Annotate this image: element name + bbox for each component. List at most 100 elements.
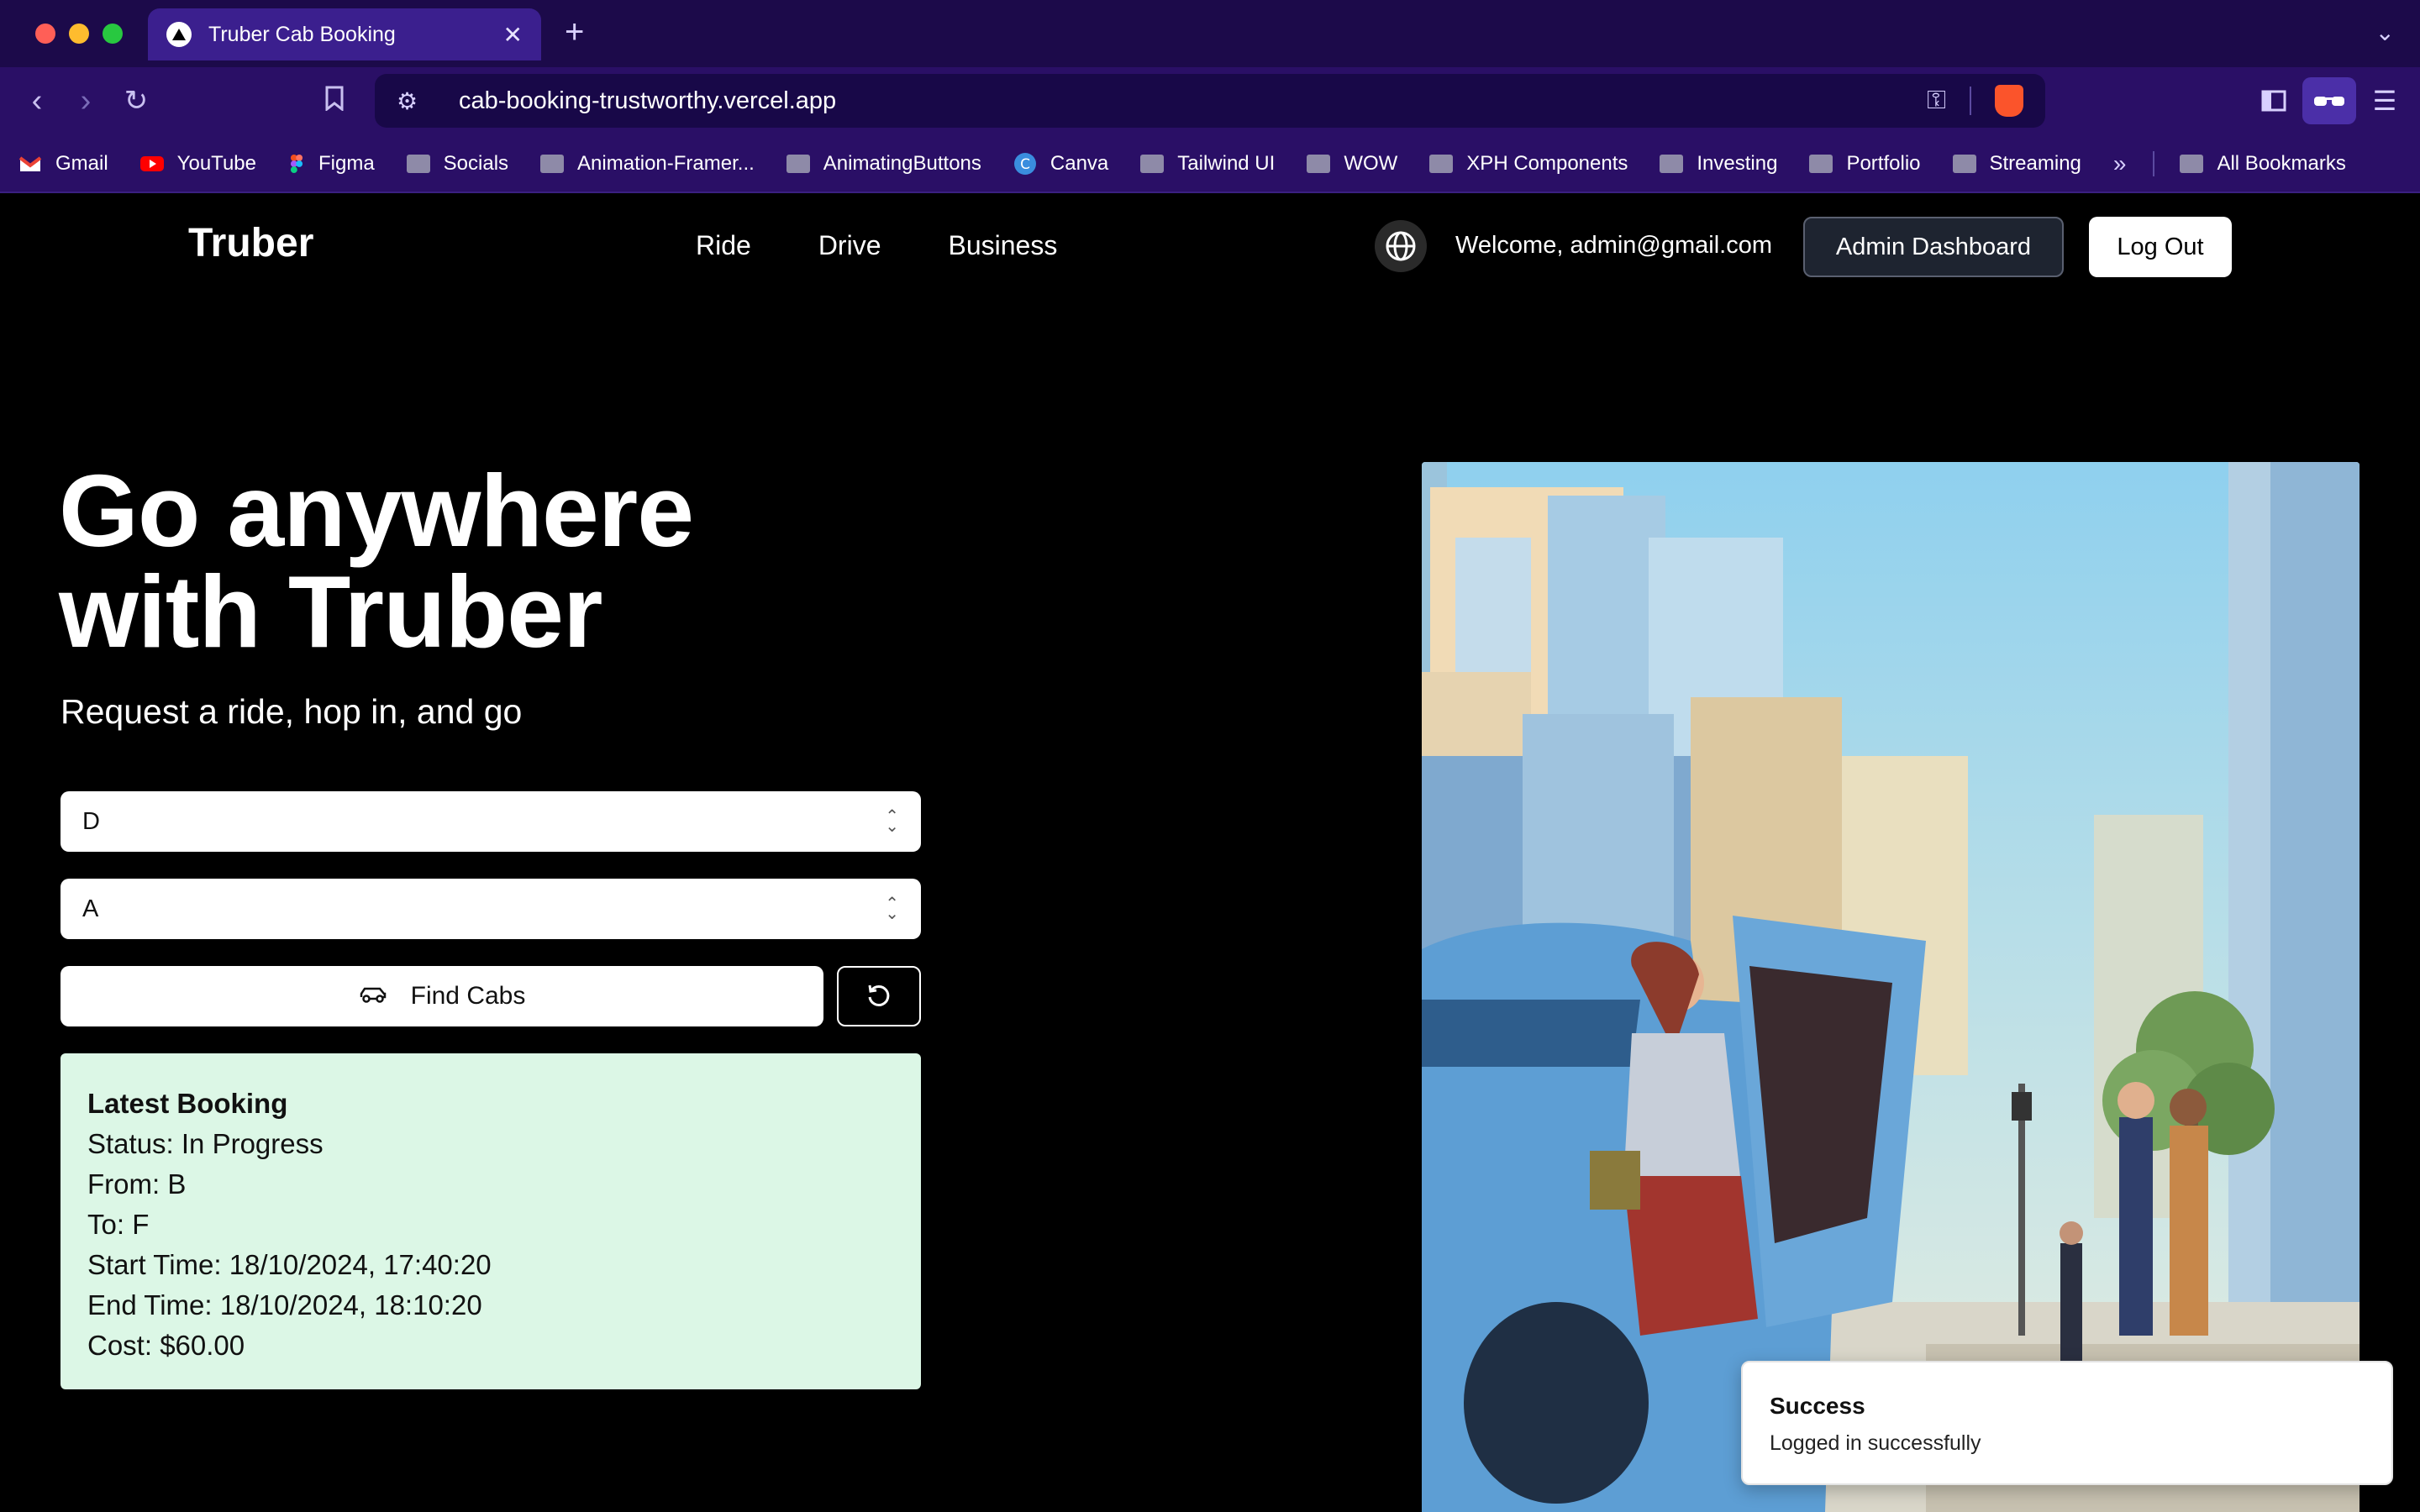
bookmark-youtube[interactable]: YouTube (139, 152, 256, 176)
bookmark-label: AnimatingButtons (823, 152, 981, 175)
admin-dashboard-button[interactable]: Admin Dashboard (1803, 217, 2064, 277)
nav-drive[interactable]: Drive (818, 230, 881, 261)
logout-button[interactable]: Log Out (2089, 217, 2232, 277)
tab-close-icon[interactable]: ✕ (503, 21, 523, 49)
toast-title: Success (1770, 1393, 1865, 1419)
bookmark-figma[interactable]: Figma (288, 152, 375, 176)
brave-shield-icon[interactable] (1995, 85, 2023, 117)
car-icon (359, 982, 387, 1011)
folder-icon (786, 155, 810, 173)
bookmark-label: Gmail (55, 152, 108, 175)
divider (1970, 87, 1971, 115)
more-bookmarks-icon[interactable]: » (2113, 150, 2127, 177)
tab-title: Truber Cab Booking (208, 22, 396, 46)
bookmark-folder-xph[interactable]: XPH Components (1429, 152, 1628, 176)
hero-subtitle: Request a ride, hop in, and go (60, 692, 523, 731)
bookmark-label: Portfolio (1846, 152, 1921, 175)
bookmark-folder-investing[interactable]: Investing (1660, 152, 1777, 176)
bookmark-folder-streaming[interactable]: Streaming (1952, 152, 2081, 176)
youtube-icon (139, 156, 164, 171)
pickup-value: D (82, 807, 100, 835)
hero-title: Go anywhere with Truber (59, 459, 983, 663)
bookmark-folder-wow[interactable]: WOW (1307, 152, 1397, 176)
hero-title-line2: with Truber (59, 554, 602, 669)
chevron-updown-icon: ⌃ ⌄ (885, 807, 899, 836)
address-bar[interactable]: ⚙ cab-booking-trustworthy.vercel.app ⚿ (375, 74, 2045, 128)
reset-icon[interactable] (837, 966, 921, 1026)
welcome-text: Welcome, admin@gmail.com (1455, 232, 1773, 259)
folder-icon (1660, 155, 1684, 173)
dropoff-select[interactable]: A ⌃ ⌄ (60, 879, 921, 939)
reader-mode-icon[interactable] (2302, 77, 2356, 124)
bookmark-label: Canva (1050, 152, 1109, 175)
booking-from: From: B (87, 1168, 187, 1200)
divider (2153, 151, 2155, 176)
bookmark-label: YouTube (176, 152, 256, 175)
folder-icon (540, 155, 565, 173)
browser-tab-active[interactable]: Truber Cab Booking ✕ (148, 8, 541, 60)
bookmark-icon[interactable] (316, 82, 353, 119)
browser-chrome: Truber Cab Booking ✕ + ⌄ ‹ › ↻ ⚙ cab-boo… (0, 0, 2420, 193)
menu-icon[interactable]: ☰ (2366, 77, 2403, 124)
toast-message: Logged in successfully (1770, 1431, 1981, 1455)
bookmark-label: Socials (443, 152, 509, 175)
bookmark-all-bookmarks[interactable]: All Bookmarks (2180, 152, 2346, 176)
latest-booking-card: Latest Booking Status: In Progress From:… (60, 1053, 921, 1389)
hero-illustration (1422, 462, 2360, 1512)
canva-icon: C (1013, 153, 1036, 175)
bookmark-label: All Bookmarks (2217, 152, 2346, 175)
close-window-button[interactable] (35, 24, 55, 44)
vercel-favicon-icon (166, 22, 192, 47)
folder-icon (1307, 155, 1331, 173)
find-cabs-label: Find Cabs (410, 982, 526, 1010)
bookmarks-bar: Gmail YouTube Figma Socials Animation-Fr… (0, 134, 2420, 193)
maximize-window-button[interactable] (103, 24, 123, 44)
bookmark-label: Investing (1697, 152, 1778, 175)
globe-icon[interactable] (1375, 220, 1427, 272)
booking-to: To: F (87, 1209, 150, 1240)
bookmark-folder-animation[interactable]: Animation-Framer... (540, 152, 755, 176)
bookmark-label: WOW (1344, 152, 1398, 175)
minimize-window-button[interactable] (69, 24, 89, 44)
chevron-down-icon[interactable]: ⌄ (2375, 18, 2395, 46)
bookmark-folder-animatingbuttons[interactable]: AnimatingButtons (786, 152, 981, 176)
folder-icon (1809, 155, 1833, 173)
bookmark-label: Streaming (1989, 152, 2081, 175)
bookmark-label: Tailwind UI (1177, 152, 1276, 175)
folder-icon (1952, 155, 1976, 173)
bookmark-folder-portfolio[interactable]: Portfolio (1809, 152, 1921, 176)
chevron-updown-icon: ⌃ ⌄ (885, 895, 899, 923)
success-toast[interactable]: Success Logged in successfully (1741, 1361, 2393, 1485)
sidebar-toggle-icon[interactable] (2255, 77, 2292, 124)
back-icon[interactable]: ‹ (18, 82, 55, 119)
key-icon[interactable]: ⚿ (1927, 87, 1946, 115)
main-nav: Ride Drive Business (696, 230, 1057, 261)
bookmark-label: XPH Components (1466, 152, 1628, 175)
folder-icon (2180, 155, 2204, 173)
find-cabs-button[interactable]: Find Cabs (60, 966, 823, 1026)
url-text: cab-booking-trustworthy.vercel.app (459, 87, 837, 114)
nav-ride[interactable]: Ride (696, 230, 751, 261)
booking-cost: Cost: $60.00 (87, 1330, 245, 1361)
folder-icon (1140, 155, 1165, 173)
nav-business[interactable]: Business (948, 230, 1057, 261)
dropoff-value: A (82, 895, 99, 922)
browser-toolbar: ‹ › ↻ ⚙ cab-booking-trustworthy.vercel.a… (0, 67, 2420, 134)
bookmark-gmail[interactable]: Gmail (18, 152, 108, 176)
site-header: Truber Ride Drive Business Welcome, admi… (0, 195, 2420, 299)
site-logo[interactable]: Truber (188, 220, 313, 266)
bookmark-canva[interactable]: C Canva (1013, 152, 1108, 176)
figma-icon (290, 155, 303, 173)
bookmark-folder-socials[interactable]: Socials (406, 152, 509, 176)
booking-status: Status: In Progress (87, 1128, 324, 1159)
svg-text:C: C (1020, 156, 1030, 173)
gmail-icon (18, 156, 42, 171)
pickup-select[interactable]: D ⌃ ⌄ (60, 791, 921, 852)
site-settings-icon[interactable]: ⚙ (397, 87, 427, 115)
bookmark-label: Animation-Framer... (577, 152, 755, 175)
forward-icon[interactable]: › (67, 82, 104, 119)
plus-icon[interactable]: + (565, 15, 584, 49)
reload-icon[interactable]: ↻ (118, 82, 155, 119)
bookmark-folder-tailwind[interactable]: Tailwind UI (1140, 152, 1275, 176)
folder-icon (406, 155, 430, 173)
